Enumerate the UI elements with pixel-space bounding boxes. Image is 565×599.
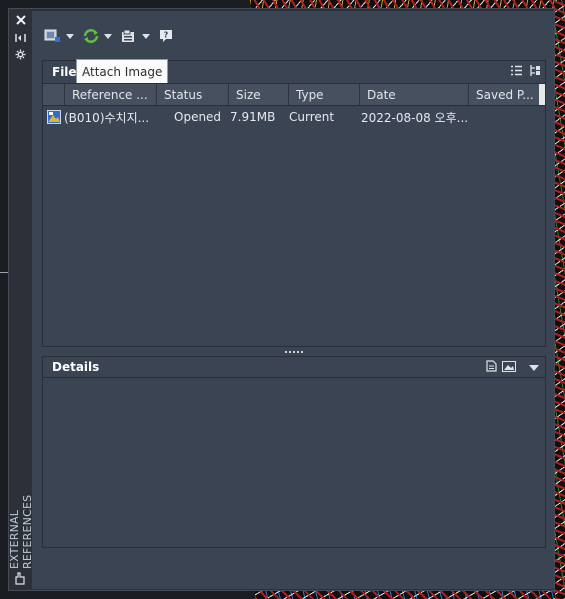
refresh-button[interactable] xyxy=(80,26,114,46)
column-size[interactable]: Size xyxy=(228,84,288,105)
properties-gear-icon[interactable] xyxy=(13,47,28,62)
column-type[interactable]: Type xyxy=(288,84,359,105)
preview-view-icon[interactable] xyxy=(502,360,516,375)
canvas-edge-marker xyxy=(0,272,8,273)
column-reference-name[interactable]: Reference ... xyxy=(64,84,156,105)
change-path-icon xyxy=(122,29,134,42)
column-scrollbar[interactable] xyxy=(539,84,545,105)
status-cell: Opened xyxy=(174,110,222,124)
size-cell: 7.91MB xyxy=(230,110,276,124)
list-view-icon[interactable] xyxy=(511,65,522,79)
details-toolbar xyxy=(486,360,539,375)
splitter-grip xyxy=(285,350,303,353)
toolbar: ? xyxy=(42,25,176,47)
drawing-canvas-right xyxy=(555,0,565,599)
details-view-icon[interactable] xyxy=(486,360,497,375)
column-date[interactable]: Date xyxy=(359,84,468,105)
close-icon[interactable] xyxy=(13,12,28,27)
view-toggle xyxy=(511,65,541,79)
details-body xyxy=(42,378,546,548)
file-references-title: File xyxy=(52,65,77,79)
chevron-down-icon[interactable] xyxy=(529,361,539,375)
auto-hide-icon[interactable] xyxy=(13,30,28,45)
saved-path-cell xyxy=(469,107,539,127)
change-path-button[interactable] xyxy=(118,26,152,46)
file-references-panel: File Attach Image Reference ... Status S… xyxy=(42,59,546,347)
reference-name-cell: (B010)수치지... xyxy=(64,110,150,125)
details-header: Details xyxy=(42,356,546,378)
tree-view-icon[interactable] xyxy=(530,65,541,79)
dwg-file-icon xyxy=(45,107,63,127)
palette-title: EXTERNAL REFERENCES xyxy=(8,494,34,569)
type-cell: Current xyxy=(289,110,335,124)
date-cell: 2022-08-08 오후... xyxy=(361,110,467,125)
palette-titlebar[interactable]: EXTERNAL REFERENCES xyxy=(8,9,34,590)
details-title: Details xyxy=(52,360,100,374)
column-saved-path[interactable]: Saved P... xyxy=(468,84,539,105)
attach-image-tooltip: Attach Image xyxy=(76,59,169,84)
refresh-dropdown-caret[interactable] xyxy=(104,33,112,39)
attach-dropdown-caret[interactable] xyxy=(66,33,74,39)
attach-dwg-button[interactable] xyxy=(42,26,76,46)
help-icon: ? xyxy=(160,30,172,42)
panel-splitter[interactable] xyxy=(42,348,546,355)
column-icon-spacer xyxy=(43,84,64,105)
refresh-icon xyxy=(83,29,99,43)
external-references-palette: EXTERNAL REFERENCES ? File Attach Image … xyxy=(8,8,555,591)
palette-content: ? File Attach Image Reference ... Status… xyxy=(32,11,554,589)
change-path-dropdown-caret[interactable] xyxy=(142,33,150,39)
svg-text:?: ? xyxy=(164,31,169,40)
column-header: Reference ... Status Size Type Date Save… xyxy=(43,83,545,106)
column-status[interactable]: Status xyxy=(156,84,228,105)
attach-icon xyxy=(44,29,60,42)
help-button[interactable]: ? xyxy=(156,26,176,46)
palette-menu-icon[interactable] xyxy=(13,571,28,586)
table-row[interactable]: (B010)수치지... Opened 7.91MB Current 2022-… xyxy=(43,107,545,127)
